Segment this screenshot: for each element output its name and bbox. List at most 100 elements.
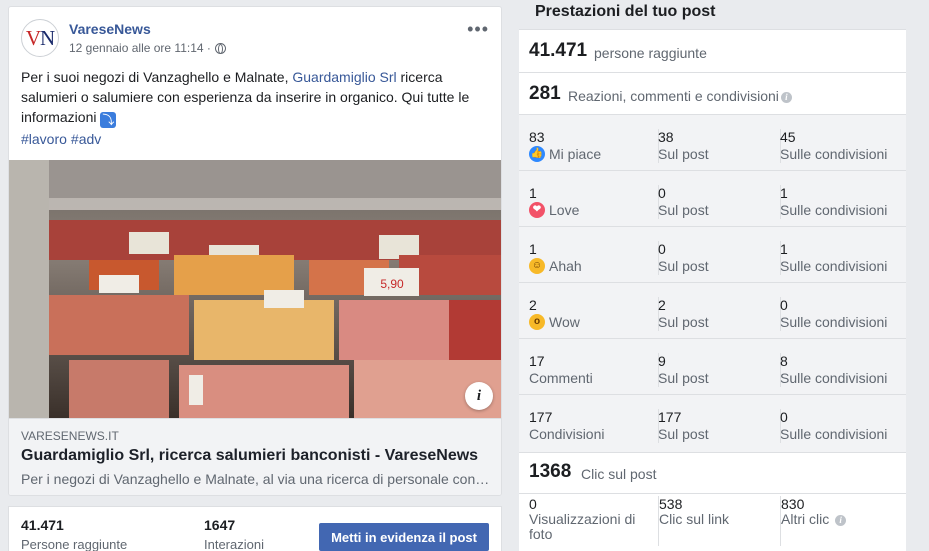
on-post-value: 2 — [658, 297, 666, 313]
post-meta: 12 gennaio alle ore 11:14 · — [69, 41, 226, 55]
reaction-on-shares: 8 Sulle condivisioni — [780, 353, 898, 387]
on-shares-label: Sulle condivisioni — [780, 314, 888, 330]
wow-icon: o — [529, 314, 545, 330]
link-title[interactable]: Guardamiglio Srl, ricerca salumieri banc… — [21, 447, 478, 465]
interactions-stat: 1647 Interazioni — [204, 517, 264, 551]
on-post-label: Sul post — [658, 202, 709, 218]
reaction-on-shares: 0 Sulle condivisioni — [780, 297, 898, 331]
haha-icon: ☺ — [529, 258, 545, 274]
info-small-icon[interactable]: i — [780, 92, 792, 103]
reaction-total: 17 Commenti — [529, 353, 654, 387]
reaction-on-shares: 1 Sulle condivisioni — [780, 185, 898, 219]
on-shares-value: 1 — [780, 241, 788, 257]
page-root: VN VareseNews 12 gennaio alle ore 11:14 … — [0, 0, 929, 551]
boost-post-button[interactable]: Metti in evidenza il post — [319, 523, 489, 551]
reach-value: 41.471 — [21, 517, 64, 533]
reaction-row-like: 83 👍 Mi piace 38 Sul post 45 Sulle condiv… — [519, 115, 906, 171]
on-shares-value: 8 — [780, 353, 788, 369]
hashtags: #lavoro #adv — [21, 131, 105, 147]
reaction-row-comments: 17 Commenti 9 Sul post 8 Sulle condivisi… — [519, 339, 906, 395]
panel-title: Prestazioni del tuo post — [535, 3, 716, 20]
clicks-metric: 1368 Clic sul post 0 Visualizzazioni di … — [519, 452, 906, 551]
avatar-letter-v: V — [25, 25, 41, 50]
reaction-on-shares: 1 Sulle condivisioni — [780, 241, 898, 275]
clicks-value: 1368 — [529, 461, 572, 482]
reaction-total-label: Commenti — [529, 370, 593, 386]
reaction-total-label: ☺ Ahah — [529, 257, 654, 275]
on-post-label: Sul post — [658, 370, 709, 386]
reaction-row-haha: 1 ☺ Ahah 0 Sul post 1 Sulle condivisioni — [519, 227, 906, 283]
post-text-mention-link[interactable]: Guardamiglio Srl — [292, 69, 396, 85]
page-avatar[interactable]: VN — [21, 19, 59, 57]
page-name-link[interactable]: VareseNews — [69, 21, 151, 37]
other-clicks-label: Altri clic i — [781, 512, 898, 527]
reaction-total: 1 ☺ Ahah — [529, 241, 654, 275]
on-shares-value: 1 — [780, 185, 788, 201]
info-small-icon[interactable]: i — [835, 515, 847, 526]
other-clicks-label-text: Altri clic — [781, 511, 830, 527]
reaction-on-post: 2 Sul post — [658, 297, 776, 331]
reaction-total-label: o Wow — [529, 313, 654, 331]
on-shares-value: 45 — [780, 129, 796, 145]
on-shares-label: Sulle condivisioni — [780, 426, 888, 442]
reaction-total: 2 o Wow — [529, 297, 654, 331]
on-shares-value: 0 — [780, 409, 788, 425]
link-clicks: 538 Clic sul link — [658, 496, 776, 546]
reaction-on-shares: 45 Sulle condivisioni — [780, 129, 898, 163]
reaction-name: Wow — [549, 314, 580, 330]
reaction-on-post: 0 Sul post — [658, 185, 776, 219]
link-description: Per i negozi di Vanzaghello e Malnate, a… — [21, 471, 491, 487]
reaction-name: Love — [549, 202, 580, 218]
arrow-down-emoji-icon: ⤵ — [100, 112, 117, 128]
on-post-label: Sul post — [658, 146, 709, 162]
engagement-label-text: Reazioni, commenti e condivisioni — [568, 88, 779, 104]
reaction-total-value: 177 — [529, 409, 553, 425]
reaction-on-post: 0 Sul post — [658, 241, 776, 275]
reaction-total-label: Condivisioni — [529, 426, 605, 442]
love-icon: ❤ — [529, 202, 545, 218]
reach-metric-label: persone raggiunte — [594, 45, 707, 61]
photo-views-label: Visualizzazioni di foto — [529, 511, 636, 542]
interactions-label: Interazioni — [204, 537, 264, 551]
hashtag-link[interactable]: #adv — [71, 131, 101, 147]
post-timestamp[interactable]: 12 gennaio alle ore 11:14 · — [69, 41, 211, 55]
svg-text:5,90: 5,90 — [380, 277, 404, 291]
reach-metric: 41.471 persone raggiunte — [519, 29, 906, 72]
on-shares-label: Sulle condivisioni — [780, 202, 888, 218]
engagement-metric-value: 281 — [529, 83, 561, 104]
on-shares-label: Sulle condivisioni — [780, 258, 888, 274]
more-options-icon[interactable]: ••• — [467, 19, 489, 40]
reaction-total-value: 83 — [529, 129, 545, 145]
on-post-label: Sul post — [658, 258, 709, 274]
reaction-total-value: 1 — [529, 241, 537, 257]
post-header: VN VareseNews 12 gennaio alle ore 11:14 … — [21, 19, 493, 59]
on-post-label: Sul post — [658, 314, 709, 330]
on-post-label: Sul post — [658, 426, 709, 442]
hashtag-link[interactable]: #lavoro — [21, 131, 67, 147]
reactions-table: 83 👍 Mi piace 38 Sul post 45 Sulle condiv… — [519, 114, 906, 452]
on-post-value: 9 — [658, 353, 666, 369]
reaction-on-shares: 0 Sulle condivisioni — [780, 409, 898, 443]
reaction-row-shares: 177 Condivisioni 177 Sul post 0 Sulle co… — [519, 395, 906, 451]
link-preview-box[interactable]: VARESENEWS.IT Guardamiglio Srl, ricerca … — [9, 418, 501, 495]
on-post-value: 177 — [658, 409, 682, 425]
reaction-total-value: 1 — [529, 185, 537, 201]
clicks-label: Clic sul post — [581, 466, 657, 482]
reaction-total: 177 Condivisioni — [529, 409, 654, 443]
reaction-total-value: 2 — [529, 297, 537, 313]
on-post-value: 38 — [658, 129, 674, 145]
reaction-name: Mi piace — [549, 146, 602, 162]
reaction-on-post: 177 Sul post — [658, 409, 776, 443]
link-preview-image[interactable]: 5,90 i — [9, 160, 501, 418]
interactions-value: 1647 — [204, 517, 236, 533]
post-card: VN VareseNews 12 gennaio alle ore 11:14 … — [8, 6, 502, 496]
other-clicks: 830 Altri clic i — [780, 496, 898, 546]
info-icon[interactable]: i — [465, 382, 493, 410]
clicks-breakdown: 0 Visualizzazioni di foto 538 Clic sul l… — [519, 493, 906, 551]
reaction-row-love: 1 ❤ Love 0 Sul post 1 Sulle condivisioni — [519, 171, 906, 227]
reach-stat: 41.471 Persone raggiunte — [21, 517, 127, 551]
link-clicks-label: Clic sul link — [659, 511, 730, 527]
globe-icon — [214, 42, 226, 54]
engagement-metric: 281 Reazioni, commenti e condivisioni i — [519, 72, 906, 114]
reach-label: Persone raggiunte — [21, 537, 128, 551]
